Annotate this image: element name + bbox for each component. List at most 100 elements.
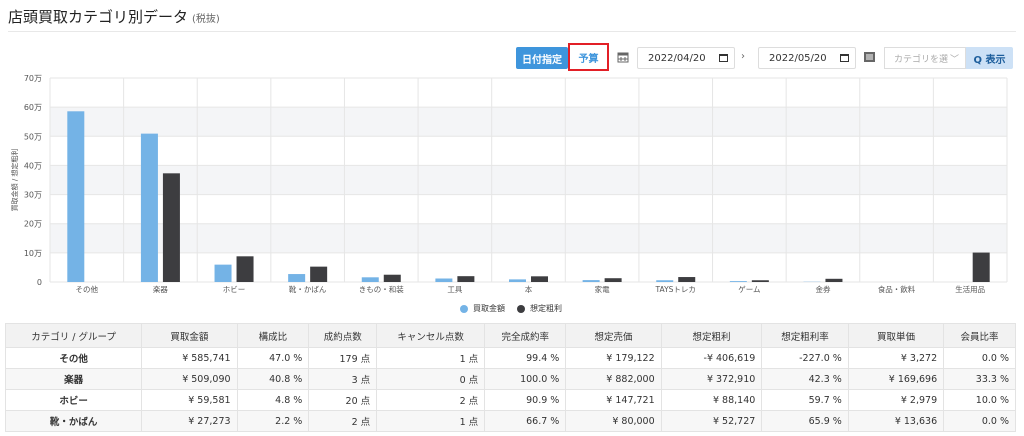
table-cell: 2.2 % <box>236 410 310 432</box>
category-select[interactable]: カテゴリを選 ﹀ <box>884 47 966 69</box>
bar-1-2 <box>236 256 254 282</box>
y-tick-label: 30万 <box>24 191 42 200</box>
x-tick-label: その他 <box>76 284 99 294</box>
table-cell: ¥ 88,140 <box>660 389 763 411</box>
column-header[interactable]: 想定粗利率 <box>761 323 849 348</box>
column-header[interactable]: カテゴリ / グループ <box>4 323 143 348</box>
bar-1-1 <box>162 173 180 282</box>
table-cell: ¥ 179,122 <box>565 347 662 369</box>
table-cell: 20 点 <box>308 389 378 411</box>
bar-1-5 <box>457 276 475 282</box>
table-cell: 1 点 <box>376 347 486 369</box>
x-tick-label: ホビー <box>223 285 246 294</box>
table-cell: ¥ 52,727 <box>660 410 763 432</box>
x-tick-label: 生活用品 <box>955 284 985 294</box>
bar-0-0 <box>67 111 85 282</box>
table-cell: 42.3 % <box>761 368 849 390</box>
x-tick-label: 靴・かばん <box>289 284 327 294</box>
table-cell: ¥ 882,000 <box>565 368 662 390</box>
bar-1-8 <box>678 277 696 282</box>
bar-0-9 <box>729 281 747 282</box>
category-table: カテゴリ / グループ 買取金額 構成比 成約点数 キャンセル点数 完全成約率 想定売価 想定… <box>4 323 1016 432</box>
table-cell: ¥ 13,636 <box>847 410 945 432</box>
date-to-input[interactable]: 2022/05/20 <box>758 47 856 69</box>
table-cell: 179 点 <box>308 347 378 369</box>
table-cell: 59.7 % <box>761 389 849 411</box>
bar-1-10 <box>825 278 843 282</box>
legend-label: 買取金額 <box>473 304 505 313</box>
x-tick-label: 食品・飲料 <box>878 284 916 294</box>
table-cell: 90.9 % <box>484 389 567 411</box>
table-row[interactable]: 楽器 ¥ 509,090 40.8 % 3 点0 点 100.0 % ¥ 882,000 ¥… <box>4 368 1016 390</box>
calendar-icon[interactable] <box>719 54 728 62</box>
table-cell: 65.9 % <box>761 410 849 432</box>
show-button[interactable]: Q 表示 <box>966 47 1013 69</box>
column-header[interactable]: 会員比率 <box>943 323 1016 348</box>
bar-0-3 <box>288 274 306 282</box>
page-title: 店頭買取カテゴリ別データ (税抜) <box>8 8 220 26</box>
column-header[interactable]: 完全成約率 <box>484 323 567 348</box>
category-cell: 靴・かばん <box>4 410 143 432</box>
table-cell: 3 点 <box>308 368 378 390</box>
category-placeholder: カテゴリを選 <box>894 54 949 65</box>
table-cell: 0.0 % <box>943 410 1016 432</box>
table-cell: ¥ 80,000 <box>565 410 662 432</box>
table-cell: 0.0 % <box>943 347 1016 369</box>
table-cell: -227.0 % <box>761 347 849 369</box>
y-tick-label: 0 <box>37 278 42 287</box>
legend-dot-icon <box>460 304 468 313</box>
table-cell: ¥ 2,979 <box>847 389 945 411</box>
column-header[interactable]: 構成比 <box>236 323 310 348</box>
table-cell: 66.7 % <box>484 410 567 432</box>
table-cell: ¥ 59,581 <box>141 389 238 411</box>
budget-button[interactable]: 予算 <box>568 43 609 71</box>
y-tick-label: 10万 <box>24 249 42 258</box>
table-row[interactable]: 靴・かばん ¥ 27,273 2.2 % 2 点1 点 66.7 % ¥ 80,000 ¥ … <box>4 410 1016 432</box>
bar-0-8 <box>656 280 674 282</box>
table-row[interactable]: その他 ¥ 585,741 47.0 % 179 点1 点 99.4 % ¥ 179,12… <box>4 347 1016 369</box>
column-header[interactable]: 買取単価 <box>847 323 945 348</box>
category-cell: 楽器 <box>4 368 143 390</box>
chevron-down-icon: ﹀ <box>949 55 959 65</box>
y-tick-label: 50万 <box>24 132 42 141</box>
column-header[interactable]: 成約点数 <box>308 323 378 348</box>
table-cell: ¥ 147,721 <box>565 389 662 411</box>
table-cell: ¥ 169,696 <box>847 368 945 390</box>
bar-0-2 <box>214 264 232 282</box>
bar-0-5 <box>435 278 453 282</box>
x-tick-label: きもの・和装 <box>359 284 404 294</box>
table-cell: ¥ 3,272 <box>847 347 945 369</box>
column-header[interactable]: 買取金額 <box>141 323 238 348</box>
table-cell: 40.8 % <box>236 368 310 390</box>
legend-item-purchase[interactable]: 買取金額 <box>460 303 505 314</box>
table-cell: ¥ 585,741 <box>141 347 238 369</box>
table-cell: 47.0 % <box>236 347 310 369</box>
table-cell: 10.0 % <box>943 389 1016 411</box>
calendar-icon <box>617 52 629 63</box>
calendar-icon[interactable] <box>840 54 849 62</box>
table-cell: ¥ 509,090 <box>141 368 238 390</box>
x-tick-label: 本 <box>525 284 533 294</box>
list-icon <box>864 52 875 62</box>
bar-chart: 0 10万 20万 30万 40万 50万 60万 70万買取金額 / 想定粗利その他 楽器 ホビ… <box>10 74 1008 294</box>
bar-0-1 <box>140 133 158 282</box>
x-tick-label: 家電 <box>595 284 610 294</box>
table-cell: ¥ 372,910 <box>660 368 763 390</box>
legend-dot-icon <box>517 304 525 313</box>
x-tick-label: 金券 <box>815 284 830 294</box>
y-tick-label: 70万 <box>24 74 42 83</box>
date-specify-button[interactable]: 日付指定 <box>516 47 568 69</box>
column-header[interactable]: 想定売価 <box>565 323 662 348</box>
legend-item-profit[interactable]: 想定粗利 <box>517 303 562 314</box>
chevron-right-icon: › <box>741 51 745 62</box>
table-row[interactable]: ホビー ¥ 59,581 4.8 % 20 点2 点 90.9 % ¥ 147,721 ¥ … <box>4 389 1016 411</box>
y-tick-label: 40万 <box>24 161 42 170</box>
bar-0-6 <box>509 279 526 282</box>
table-cell: ¥ 27,273 <box>141 410 238 432</box>
date-from-input[interactable]: 2022/04/20 <box>637 47 735 69</box>
table-cell: 33.3 % <box>943 368 1016 390</box>
table-cell: 2 点 <box>376 389 486 411</box>
column-header[interactable]: キャンセル点数 <box>376 323 486 348</box>
grid-band <box>50 223 1007 253</box>
column-header[interactable]: 想定粗利 <box>660 323 763 348</box>
